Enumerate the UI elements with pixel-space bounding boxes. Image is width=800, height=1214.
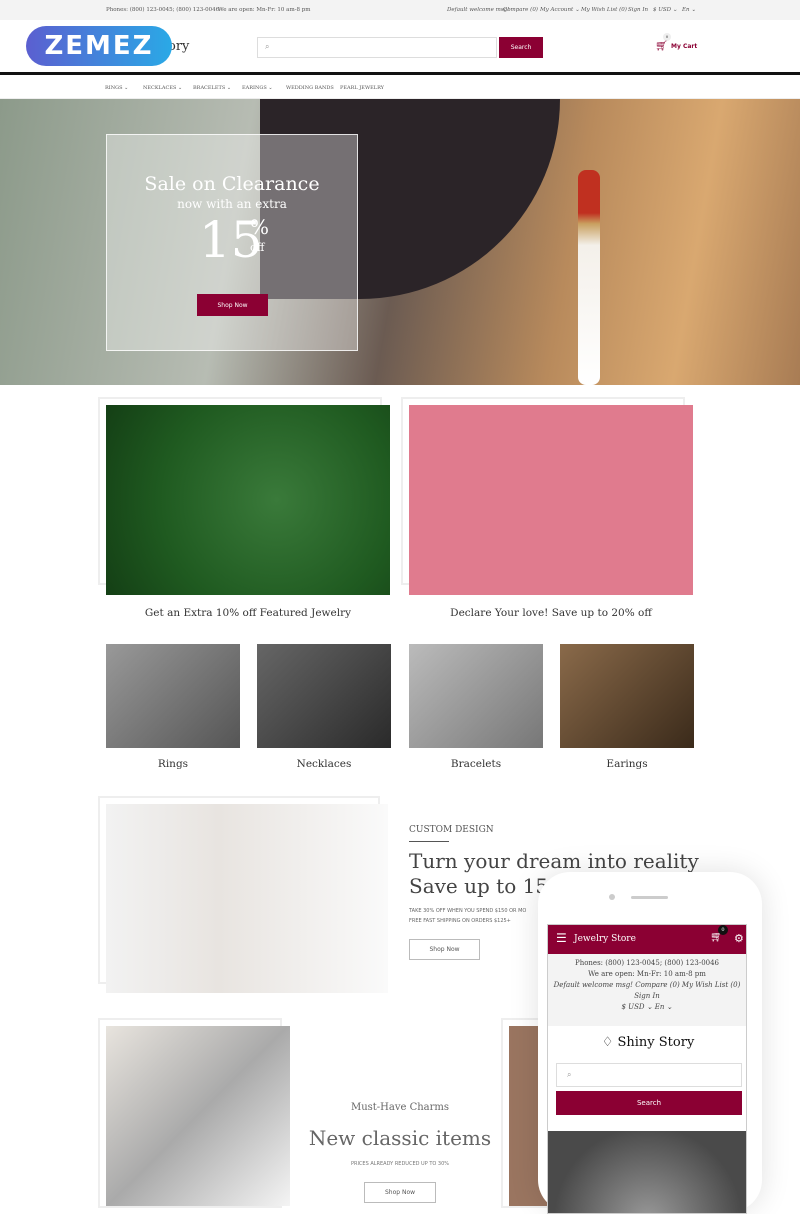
nav-rings[interactable]: RINGS ⌄: [105, 85, 128, 91]
signin-link[interactable]: Sign In: [628, 7, 648, 13]
sale-off: off: [250, 241, 265, 254]
banner-caption-featured[interactable]: Get an Extra 10% off Featured Jewelry: [106, 607, 390, 619]
wishlist-link[interactable]: My Wish List (0): [581, 7, 627, 13]
currency-select[interactable]: $ USD ⌄: [653, 7, 677, 13]
search-button[interactable]: Search: [499, 37, 543, 58]
nav-necklaces[interactable]: NECKLACES ⌄: [143, 85, 182, 91]
custom-shop-now-button[interactable]: Shop Now: [409, 939, 480, 960]
category-image-bracelets[interactable]: [409, 644, 543, 748]
mobile-phones: Phones: (800) 123-0045; (800) 123-0046: [574, 959, 720, 967]
search-icon: ⌕: [265, 42, 270, 51]
mobile-store-title: Jewelry Store: [574, 934, 636, 944]
compare-link[interactable]: Compare (0): [503, 7, 538, 13]
mobile-search-button[interactable]: Search: [556, 1091, 742, 1115]
mobile-header: ☰ Jewelry Store 🛒︎ 0 ⚙: [548, 925, 746, 954]
category-image-rings[interactable]: [106, 644, 240, 748]
custom-eyebrow: CUSTOM DESIGN: [409, 825, 494, 835]
mobile-currency-lang[interactable]: $ USD ⌄ En ⌄: [551, 1002, 743, 1013]
banner-image-featured[interactable]: [106, 405, 390, 595]
charms-eyebrow: Must-Have Charms: [350, 1102, 450, 1113]
category-label-earings[interactable]: Earings: [560, 758, 694, 770]
category-label-bracelets[interactable]: Bracelets: [409, 758, 543, 770]
mobile-topbar: Phones: (800) 123-0045; (800) 123-0046 W…: [548, 954, 746, 1026]
menu-icon[interactable]: ☰: [556, 931, 567, 945]
search-input[interactable]: ⌕: [257, 37, 497, 58]
gear-icon[interactable]: ⚙: [734, 932, 744, 945]
phone-speaker: [631, 896, 668, 899]
main-nav: RINGS ⌄ NECKLACES ⌄ BRACELETS ⌄ EARINGS …: [0, 78, 800, 99]
custom-line-1: TAKE 30% OFF WHEN YOU SPEND $150 OR MO: [409, 908, 527, 914]
welcome-text: Default welcome msg!: [447, 7, 510, 13]
category-label-rings[interactable]: Rings: [106, 758, 240, 770]
account-menu[interactable]: My Account ⌄: [540, 7, 580, 13]
charms-sub: PRICES ALREADY REDUCED UP TO 30%: [350, 1161, 450, 1167]
phone-screen: ☰ Jewelry Store 🛒︎ 0 ⚙ Phones: (800) 123…: [547, 924, 747, 1214]
banner-image-love[interactable]: [409, 405, 693, 595]
zemez-logo[interactable]: ZEMEZ: [26, 26, 172, 66]
phone-camera: [609, 894, 615, 900]
charms-image: [106, 1026, 290, 1206]
search-icon: ⌕: [567, 1070, 572, 1079]
nav-earings[interactable]: EARINGS ⌄: [242, 85, 273, 91]
mobile-cart-count: 0: [718, 925, 728, 935]
mobile-brand: ♢ Shiny Story: [548, 1035, 746, 1050]
sale-subtitle: now with an extra: [177, 197, 287, 211]
language-select[interactable]: En ⌄: [682, 7, 696, 13]
category-label-necklaces[interactable]: Necklaces: [257, 758, 391, 770]
mobile-brand-text: Shiny Story: [617, 1035, 695, 1050]
top-bar: Phones: (800) 123-0045; (800) 123-0046 W…: [0, 0, 800, 20]
phones-text: Phones: (800) 123-0045; (800) 123-0046: [106, 7, 220, 13]
mobile-search-input[interactable]: ⌕: [556, 1063, 742, 1087]
nav-bracelets[interactable]: BRACELETS ⌄: [193, 85, 231, 91]
cart-count: 0: [663, 33, 671, 41]
nav-wedding-bands[interactable]: WEDDING BANDS: [286, 85, 334, 91]
cart-icon[interactable]: 🛒︎: [655, 41, 668, 52]
sale-title: Sale on Clearance: [144, 173, 320, 195]
my-cart-link[interactable]: My Cart: [671, 43, 697, 50]
custom-line-2: FREE FAST SHIPPING ON ORDERS $125+: [409, 918, 511, 924]
mobile-hours: We are open: Mn-Fr: 10 am-8 pm: [588, 970, 706, 978]
banner-caption-love[interactable]: Declare Your love! Save up to 20% off: [409, 607, 693, 619]
phone-mockup: ☰ Jewelry Store 🛒︎ 0 ⚙ Phones: (800) 123…: [538, 872, 762, 1214]
promo-model-image: [106, 804, 388, 993]
hero-shop-now-button[interactable]: Shop Now: [197, 294, 268, 316]
category-image-necklaces[interactable]: [257, 644, 391, 748]
charms-title: New classic items: [308, 1126, 492, 1150]
divider: [409, 841, 449, 842]
sale-box: Sale on Clearance now with an extra 15 %…: [106, 134, 358, 351]
mobile-links[interactable]: Default welcome msg! Compare (0) My Wish…: [551, 980, 743, 1002]
earring-image: [578, 170, 600, 385]
category-image-earings[interactable]: [560, 644, 694, 748]
custom-title-1: Turn your dream into reality: [409, 849, 699, 873]
hours-text: We are open: Mn-Fr: 10 am-8 pm: [218, 7, 311, 13]
sale-percent: %: [250, 215, 270, 239]
nav-pearl-jewelry[interactable]: PEARL JEWELRY: [340, 85, 384, 91]
mobile-hero-image: [548, 1131, 746, 1213]
diamond-icon: ♢: [601, 1035, 618, 1050]
